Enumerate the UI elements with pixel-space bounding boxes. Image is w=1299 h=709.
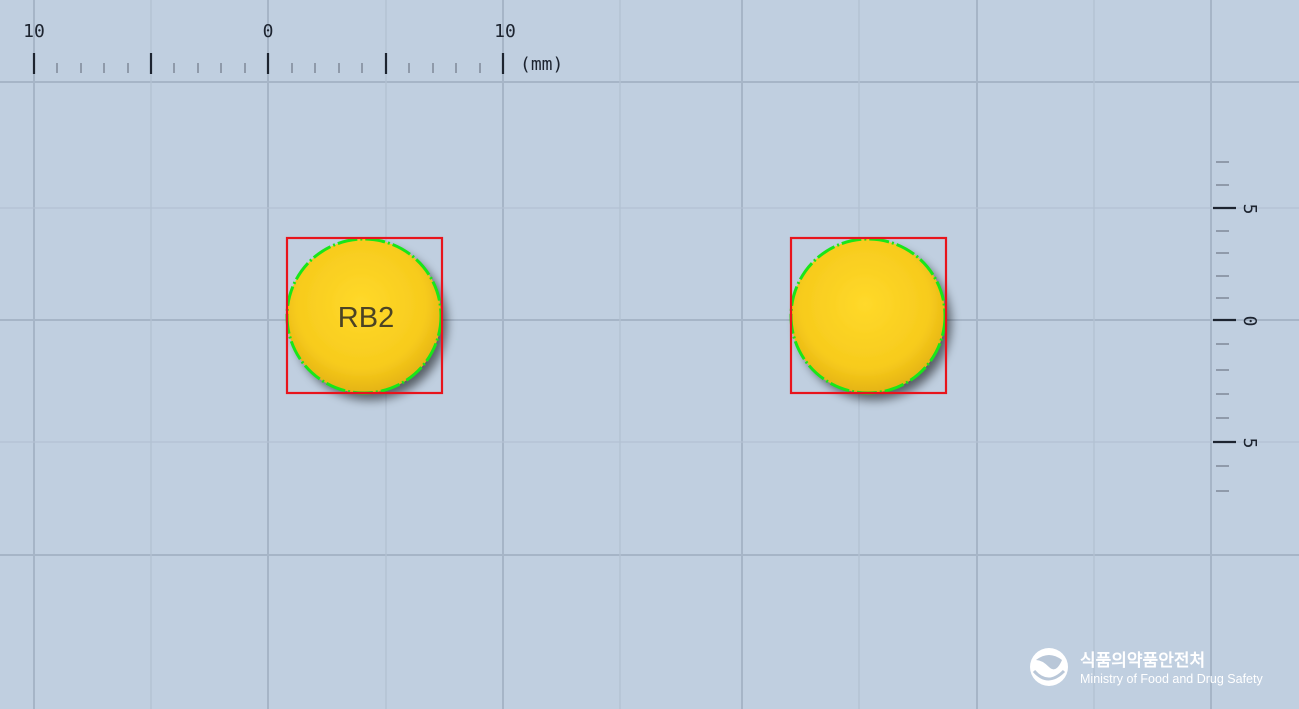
logo-english-text: Ministry of Food and Drug Safety [1080,672,1263,686]
grid [0,0,1299,709]
minor-grid [0,0,1299,709]
ruler-unit-label: (mm) [520,54,563,75]
tablet-front: RB2 [285,236,444,395]
right-ruler-label-bottom: 5 [1239,438,1260,449]
tablet-back [789,236,948,395]
mfds-emblem-icon [1030,648,1068,686]
measurement-canvas: 10 0 10 (mm) 5 0 5 RB2 식품의약품안전처 Ministry… [0,0,1299,709]
top-ruler: 10 0 10 (mm) [23,21,563,75]
top-ruler-label-zero: 0 [263,21,274,42]
pill-identification-image: 10 0 10 (mm) 5 0 5 RB2 식품의약품안전처 Ministry… [0,0,1299,709]
tablet-imprint: RB2 [338,302,394,334]
ministry-logo: 식품의약품안전처 Ministry of Food and Drug Safet… [1030,648,1263,686]
right-ruler-label-zero: 0 [1239,316,1260,327]
right-ruler-label-top: 5 [1239,204,1260,215]
top-ruler-label-left: 10 [23,21,45,42]
top-ruler-label-right: 10 [494,21,516,42]
logo-korean-text: 식품의약품안전처 [1080,650,1205,671]
